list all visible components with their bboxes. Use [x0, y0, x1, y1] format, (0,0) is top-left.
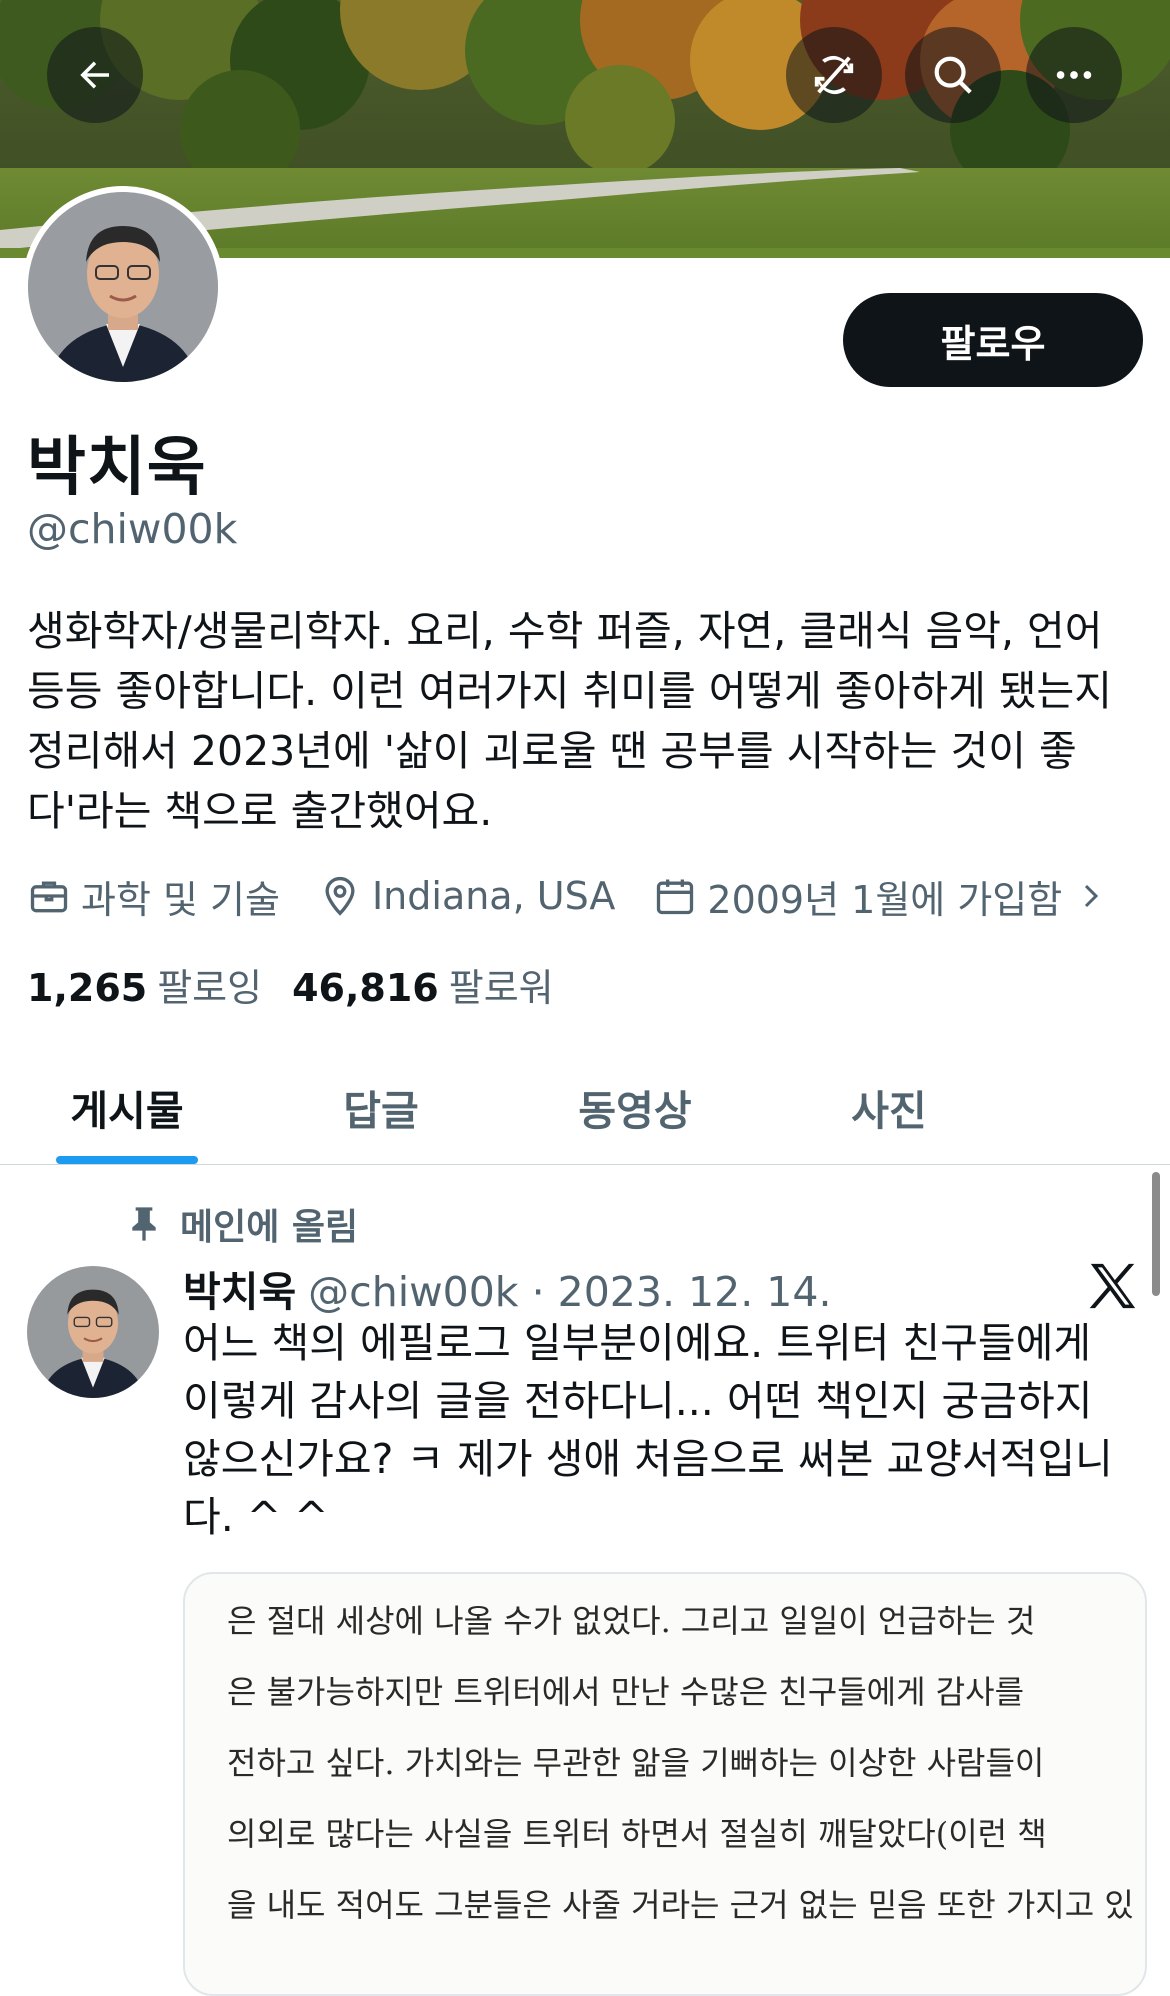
profile-stats: 1,265 팔로잉 46,816 팔로워 — [27, 957, 584, 1012]
follow-button[interactable]: 팔로우 — [843, 293, 1143, 387]
sync-off-button[interactable] — [786, 27, 882, 123]
followers-link[interactable]: 46,816 팔로워 — [292, 957, 554, 1012]
profile-bio: 생화학자/생물리학자. 요리, 수학 퍼즐, 자연, 클래식 음악, 언어 등등… — [27, 607, 1112, 835]
followers-count: 46,816 — [292, 966, 439, 1010]
following-label: 팔로잉 — [157, 966, 263, 1010]
profile-category: 과학 및 기술 — [27, 869, 280, 924]
chevron-right-icon[interactable] — [1076, 876, 1106, 916]
following-count: 1,265 — [27, 966, 148, 1010]
pin-icon — [132, 1207, 156, 1241]
profile-handle: @chiw00k — [27, 505, 238, 553]
briefcase-icon — [30, 881, 68, 913]
location-text: Indiana, USA — [371, 874, 616, 918]
scrollbar[interactable] — [1152, 1172, 1160, 1296]
tab-photos-label: 사진 — [851, 1087, 927, 1135]
avatar-photo — [28, 192, 218, 382]
profile-meta: 과학 및 기술 Indiana, USA 2009년 1월에 가입함 — [27, 870, 1106, 922]
back-button[interactable] — [47, 27, 143, 123]
book-text-line: 은 불가능하지만 트위터에서 만난 수많은 친구들에게 감사를 — [227, 1673, 1025, 1711]
profile-tabs: 게시물 답글 동영상 사진 — [0, 1050, 1170, 1165]
sync-off-icon — [814, 55, 854, 95]
following-link[interactable]: 1,265 팔로잉 — [27, 957, 262, 1012]
followers-label: 팔로워 — [448, 966, 554, 1010]
tab-posts[interactable]: 게시물 — [0, 1050, 254, 1164]
search-button[interactable] — [905, 27, 1001, 123]
tab-photos[interactable]: 사진 — [762, 1050, 1016, 1164]
tweet-author[interactable]: 박치욱 — [183, 1268, 296, 1316]
tweet-text: 어느 책의 에필로그 일부분이에요. 트위터 친구들에게 이렇게 감사의 글을 … — [183, 1319, 1113, 1541]
book-text-line: 의외로 많다는 사실을 트위터 하면서 절실히 깨달았다(이런 책 — [227, 1815, 1047, 1853]
pinned-indicator: 메인에 올림 — [126, 1198, 358, 1250]
location-pin-icon — [325, 876, 355, 916]
tweet-image[interactable]: 은 절대 세상에 나올 수가 없었다. 그리고 일일이 언급하는 것 은 불가능… — [183, 1572, 1147, 1996]
profile-location: Indiana, USA — [318, 874, 615, 918]
x-logo-icon[interactable] — [1085, 1258, 1141, 1314]
profile-name: 박치욱 — [27, 431, 207, 505]
calendar-icon — [657, 879, 694, 915]
avatar-photo-small — [27, 1266, 159, 1398]
tweet-avatar[interactable] — [27, 1266, 159, 1398]
tab-replies-label: 답글 — [343, 1087, 419, 1135]
more-icon — [1056, 71, 1092, 79]
arrow-left-icon — [80, 61, 109, 89]
active-tab-indicator — [56, 1156, 198, 1164]
joined-text: 2009년 1월에 가입함 — [707, 877, 1063, 922]
tab-posts-label: 게시물 — [70, 1087, 184, 1135]
book-text-line: 을 내도 적어도 그분들은 사줄 거라는 근거 없는 믿음 또한 가지고 있 — [227, 1886, 1134, 1924]
more-button[interactable] — [1026, 27, 1122, 123]
tab-videos[interactable]: 동영상 — [508, 1050, 762, 1164]
category-text: 과학 및 기술 — [81, 877, 280, 922]
book-text-line: 은 절대 세상에 나올 수가 없었다. 그리고 일일이 언급하는 것 — [227, 1602, 1036, 1640]
tweet-handle-date: @chiw00k · 2023. 12. 14. — [308, 1268, 832, 1316]
tweet-header: 박치욱 @chiw00k · 2023. 12. 14. — [183, 1258, 831, 1318]
pinned-label: 메인에 올림 — [180, 1207, 359, 1248]
tab-replies[interactable]: 답글 — [254, 1050, 508, 1164]
profile-avatar[interactable] — [22, 186, 224, 388]
search-icon — [934, 56, 972, 94]
book-text-line: 전하고 싶다. 가치와는 무관한 앎을 기뻐하는 이상한 사람들이 — [227, 1744, 1045, 1782]
tab-videos-label: 동영상 — [578, 1087, 692, 1135]
profile-joined[interactable]: 2009년 1월에 가입함 — [653, 869, 1062, 924]
